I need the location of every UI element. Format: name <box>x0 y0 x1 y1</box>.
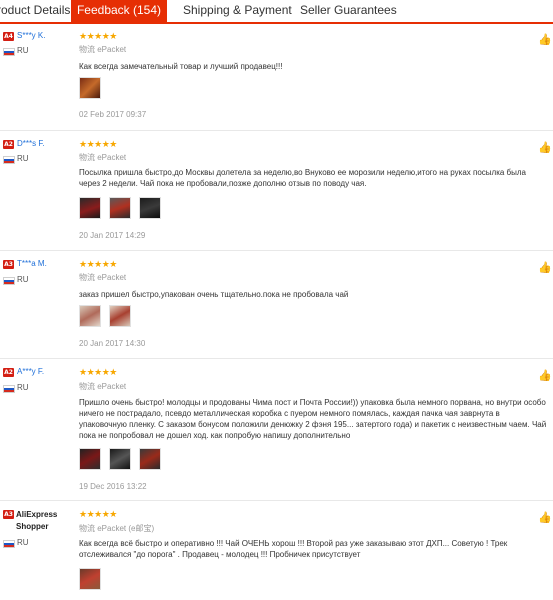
buyer-country: RU <box>17 46 29 55</box>
shipping-method: 物流 ePacket <box>79 273 127 282</box>
rating-stars: ★★★★★ <box>79 260 117 270</box>
review-photo-thumbnail[interactable] <box>109 197 131 219</box>
rating-stars: ★★★★★ <box>79 368 117 378</box>
russia-flag-icon <box>3 277 15 285</box>
buyer-country: RU <box>17 383 29 392</box>
russia-flag-icon <box>3 48 15 56</box>
shipping-method: 物流 ePacket <box>79 382 127 391</box>
tab-shipping-payment[interactable]: Shipping & Payment <box>183 0 292 22</box>
thumbs-up-icon[interactable]: 👍 <box>538 34 552 46</box>
buyer-level-badge: A3 <box>3 510 14 519</box>
review-photo-thumbnail[interactable] <box>109 448 131 470</box>
review-text: Посылка пришла быстро,до Москвы долетела… <box>79 168 526 188</box>
review-photo-thumbnail[interactable] <box>139 448 161 470</box>
review-photo-thumbnail[interactable] <box>79 77 101 99</box>
rating-stars: ★★★★★ <box>79 140 117 150</box>
buyer-country: RU <box>17 154 29 163</box>
rating-stars: ★★★★★ <box>79 510 117 520</box>
review-item: A4 S***y K. RU ★★★★★ 物流 ePacket Как всег… <box>0 31 553 131</box>
review-photo-thumbnail[interactable] <box>79 305 101 327</box>
tab-feedback[interactable]: Feedback (154) <box>71 0 167 22</box>
review-text: Пришло очень быстро! молодцы и продованы… <box>79 398 547 440</box>
review-item: A2 A***y F. RU ★★★★★ 物流 ePacket Пришло о… <box>0 367 553 501</box>
review-date: 20 Jan 2017 14:30 <box>79 339 146 348</box>
buyer-country: RU <box>17 275 29 284</box>
buyer-country: RU <box>17 538 29 547</box>
review-text: Как всегда замечательный товар и лучший … <box>79 62 283 71</box>
russia-flag-icon <box>3 156 15 164</box>
buyer-name-link[interactable]: A***y F. <box>17 367 44 376</box>
tab-product-details[interactable]: roduct Details <box>0 0 70 22</box>
review-item: A3 T***a M. RU ★★★★★ 物流 ePacket заказ пр… <box>0 259 553 359</box>
buyer-level-badge: A2 <box>3 140 14 149</box>
review-photo-thumbnail[interactable] <box>79 448 101 470</box>
buyer-name-link[interactable]: D***s F. <box>17 139 45 148</box>
review-date: 02 Feb 2017 09:37 <box>79 110 147 119</box>
shipping-method: 物流 ePacket <box>79 153 127 162</box>
review-item: A2 D***s F. RU ★★★★★ 物流 ePacket Посылка … <box>0 139 553 251</box>
shipping-method: 物流 ePacket <box>79 45 127 54</box>
thumbs-up-icon[interactable]: 👍 <box>538 370 552 382</box>
review-date: 20 Jan 2017 14:29 <box>79 231 146 240</box>
thumbs-up-icon[interactable]: 👍 <box>538 262 552 274</box>
shipping-method: 物流 ePacket (e邮宝) <box>79 524 155 533</box>
thumbs-up-icon[interactable]: 👍 <box>538 142 552 154</box>
review-item: A3 AliExpress Shopper RU ★★★★★ 物流 ePacke… <box>0 510 553 600</box>
rating-stars: ★★★★★ <box>79 32 117 42</box>
review-photo-thumbnail[interactable] <box>79 197 101 219</box>
review-photo-thumbnail[interactable] <box>139 197 161 219</box>
buyer-name-link[interactable]: T***a M. <box>17 259 47 268</box>
buyer-level-badge: A4 <box>3 32 14 41</box>
tab-bar: roduct Details Feedback (154) Shipping &… <box>0 0 553 24</box>
tab-seller-guarantees[interactable]: Seller Guarantees <box>300 0 397 22</box>
thumbs-up-icon[interactable]: 👍 <box>538 512 552 524</box>
review-text: заказ пришел быстро,упакован очень тщате… <box>79 290 349 299</box>
review-text: Как всегда всё быстро и оперативно !!! Ч… <box>79 539 508 559</box>
review-photo-thumbnail[interactable] <box>79 568 101 590</box>
russia-flag-icon <box>3 540 15 548</box>
review-photo-thumbnail[interactable] <box>109 305 131 327</box>
buyer-name-link[interactable]: S***y K. <box>17 31 45 40</box>
buyer-level-badge: A3 <box>3 260 14 269</box>
russia-flag-icon <box>3 385 15 393</box>
buyer-name: AliExpress Shopper <box>16 510 58 531</box>
buyer-level-badge: A2 <box>3 368 14 377</box>
review-date: 19 Dec 2016 13:22 <box>79 482 147 491</box>
